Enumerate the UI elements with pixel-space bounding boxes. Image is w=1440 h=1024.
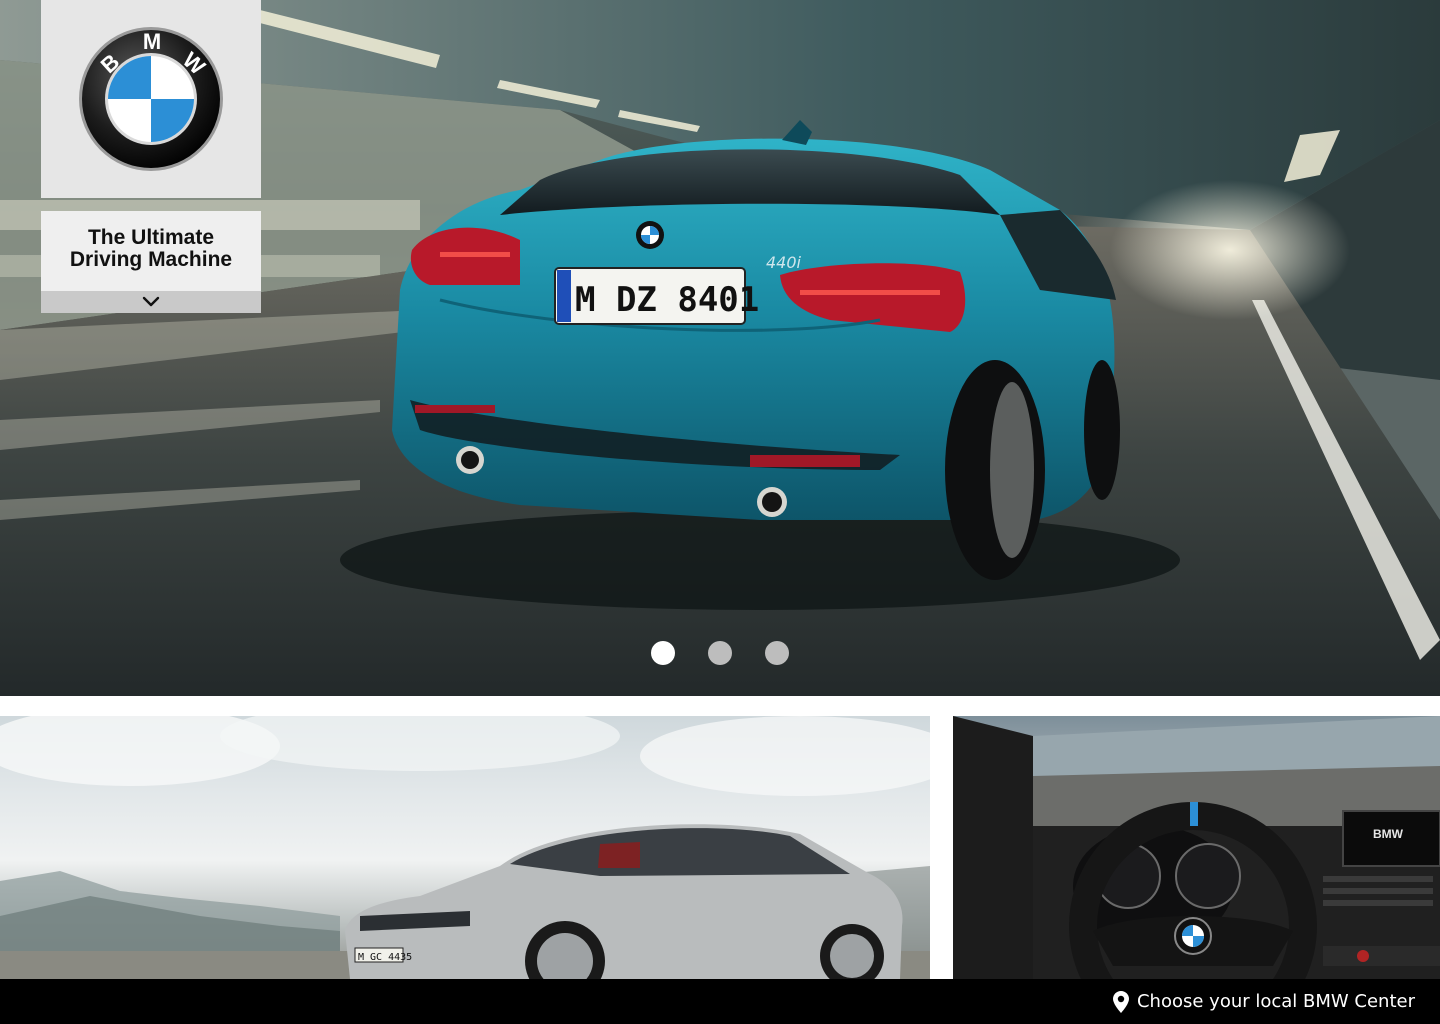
tagline-expand-button[interactable] (41, 291, 261, 313)
carousel-dot-2[interactable] (708, 641, 732, 665)
gran-coupe-tile[interactable]: M GC 4435 (0, 716, 930, 979)
brand-logo-panel[interactable]: B M W (41, 0, 261, 198)
carousel-pagination (651, 641, 789, 665)
footer-bar: Choose your local BMW Center (0, 979, 1440, 1024)
hero-car-badge: 440i (766, 253, 802, 272)
choose-dealer-link[interactable]: Choose your local BMW Center (1112, 979, 1415, 1024)
choose-dealer-label: Choose your local BMW Center (1136, 991, 1415, 1012)
carousel-dot-3[interactable] (765, 641, 789, 665)
steering-bmw-roundel (1174, 917, 1212, 955)
chevron-down-icon (142, 296, 160, 307)
map-pin-icon (1112, 990, 1129, 1013)
interior-image: BMW (953, 716, 1440, 979)
gran-coupe-image: M GC 4435 (0, 716, 930, 979)
interior-tile[interactable]: BMW (953, 716, 1440, 979)
tile-right-screen-text: BMW (1373, 827, 1404, 841)
tile-left-license-plate: M GC 4435 (358, 952, 412, 963)
trunk-bmw-roundel (636, 221, 664, 249)
hero-license-plate: M DZ 8401 (575, 280, 759, 320)
svg-text:M: M (143, 29, 161, 54)
tagline-panel: The Ultimate Driving Machine (41, 211, 261, 313)
brand-tagline: The Ultimate Driving Machine (69, 226, 233, 271)
bmw-logo: B M W (79, 27, 223, 171)
carousel-dot-1[interactable] (651, 641, 675, 665)
